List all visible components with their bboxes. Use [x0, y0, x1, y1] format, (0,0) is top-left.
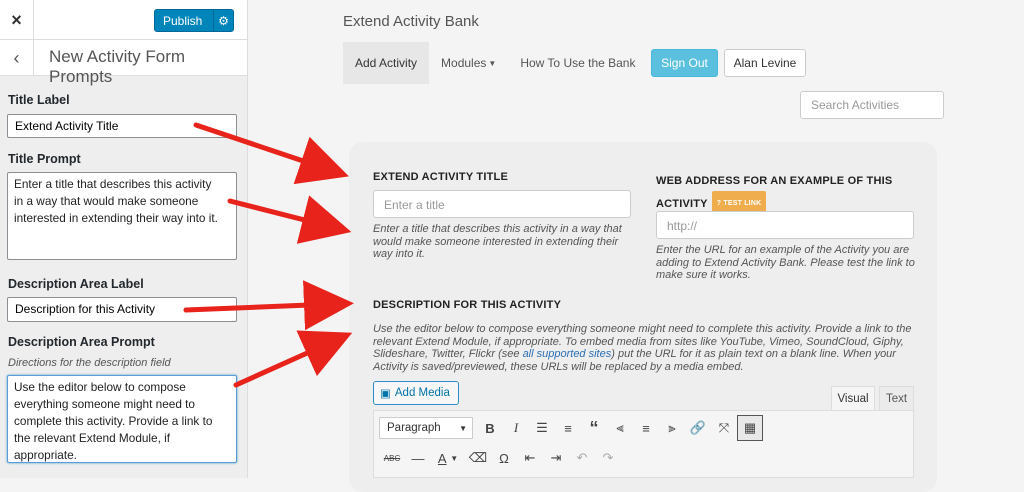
eraser-icon[interactable]: ⌫ — [465, 445, 491, 471]
question-icon: ? — [716, 200, 722, 207]
indent-icon[interactable]: ⇥ — [543, 445, 569, 471]
title-prompt-textarea[interactable]: Enter a title that describes this activi… — [7, 172, 237, 260]
desc-field-heading: DESCRIPTION FOR THIS ACTIVITY — [373, 299, 562, 311]
web-heading-text: WEB ADDRESS FOR AN EXAMPLE OF THIS ACTIV… — [656, 175, 893, 210]
bullet-list-icon[interactable]: ☰ — [529, 415, 555, 441]
numbered-list-icon[interactable]: ≡ — [555, 415, 581, 441]
add-media-button[interactable]: ▣ Add Media — [373, 381, 459, 405]
tab-text[interactable]: Text — [879, 386, 914, 410]
title-help: Enter a title that describes this activi… — [373, 223, 622, 260]
italic-icon[interactable]: I — [503, 415, 529, 441]
toolbar-toggle-icon[interactable]: ▦ — [737, 415, 763, 441]
supported-sites-link[interactable]: all supported sites — [523, 348, 612, 360]
section-title: New Activity Form Prompts — [49, 47, 186, 86]
close-icon[interactable]: × — [0, 0, 34, 40]
link-icon[interactable]: 🔗 — [685, 415, 711, 441]
text-color-icon[interactable]: A ▼ — [431, 445, 465, 471]
section-header: ‹ New Activity Form Prompts — [0, 40, 247, 86]
undo-icon[interactable]: ↶ — [569, 445, 595, 471]
editor-toolbar: Paragraph ▼ B I ☰ ≡ “ ⫷ ≡ ⫸ 🔗 ⤧ ▦ ABC — A… — [373, 410, 914, 478]
tab-visual[interactable]: Visual — [831, 386, 875, 410]
nav-modules-label: Modules — [441, 56, 487, 70]
bold-icon[interactable]: B — [477, 415, 503, 441]
format-select[interactable]: Paragraph ▼ — [379, 417, 473, 439]
desc-prompt-textarea[interactable]: Use the editor below to compose everythi… — [7, 375, 237, 463]
desc-prompt-help: Directions for the description field — [8, 357, 171, 369]
publish-button[interactable]: Publish ⚙ — [154, 9, 234, 32]
main-nav: Add Activity Modules ▼ How To Use the Ban… — [343, 42, 647, 84]
customizer-sidebar: × Publish ⚙ ‹ New Activity Form Prompts … — [0, 0, 248, 478]
customizer-header: × Publish ⚙ — [0, 0, 247, 40]
desc-prompt-heading: Description Area Prompt — [8, 335, 155, 349]
web-help: Enter the URL for an example of the Acti… — [656, 244, 915, 281]
special-character-icon[interactable]: Ω — [491, 445, 517, 471]
test-link-label: TEST LINK — [723, 200, 762, 207]
nav-add-activity[interactable]: Add Activity — [343, 42, 430, 84]
format-select-value: Paragraph — [387, 422, 441, 434]
back-arrow-icon[interactable]: ‹ — [0, 40, 34, 76]
outdent-icon[interactable]: ⇤ — [517, 445, 543, 471]
search-input[interactable]: Search Activities — [800, 91, 944, 119]
publish-label: Publish — [163, 13, 203, 28]
align-right-icon[interactable]: ⫸ — [659, 415, 685, 441]
blockquote-icon[interactable]: “ — [581, 415, 607, 441]
toolbar-row-2: ABC — A ▼ ⌫ Ω ⇤ ⇥ ↶ ↷ — [374, 443, 915, 473]
user-button[interactable]: Alan Levine — [724, 49, 806, 77]
redo-icon[interactable]: ↷ — [595, 445, 621, 471]
desc-label-input[interactable]: Description for this Activity — [7, 297, 237, 322]
title-field-heading: EXTEND ACTIVITY TITLE — [373, 171, 508, 183]
title-label-heading: Title Label — [8, 93, 70, 107]
arrow-desc-prompt — [233, 330, 353, 388]
title-label-input[interactable]: Extend Activity Title — [7, 114, 237, 138]
add-media-label: Add Media — [394, 387, 450, 399]
media-icon: ▣ — [380, 388, 391, 400]
site-title[interactable]: Extend Activity Bank — [343, 13, 479, 30]
gear-icon[interactable]: ⚙ — [213, 10, 233, 31]
align-left-icon[interactable]: ⫷ — [607, 415, 633, 441]
desc-help: Use the editor below to compose everythi… — [373, 323, 917, 373]
sign-out-button[interactable]: Sign Out — [651, 49, 718, 77]
align-center-icon[interactable]: ≡ — [633, 415, 659, 441]
nav-how-to[interactable]: How To Use the Bank — [508, 42, 647, 84]
caret-down-icon: ▼ — [488, 58, 497, 68]
title-input[interactable]: Enter a title — [373, 190, 631, 218]
web-url-input[interactable]: http:// — [656, 211, 914, 239]
nav-modules[interactable]: Modules ▼ — [429, 42, 508, 84]
toolbar-row-1: Paragraph ▼ B I ☰ ≡ “ ⫷ ≡ ⫸ 🔗 ⤧ ▦ — [374, 413, 915, 443]
desc-label-heading: Description Area Label — [8, 277, 144, 291]
fullscreen-icon[interactable]: ⤧ — [711, 415, 737, 441]
title-prompt-heading: Title Prompt — [8, 152, 81, 166]
caret-down-icon: ▼ — [459, 423, 467, 433]
strikethrough-icon[interactable]: ABC — [379, 445, 405, 471]
horizontal-line-icon[interactable]: — — [405, 445, 431, 471]
